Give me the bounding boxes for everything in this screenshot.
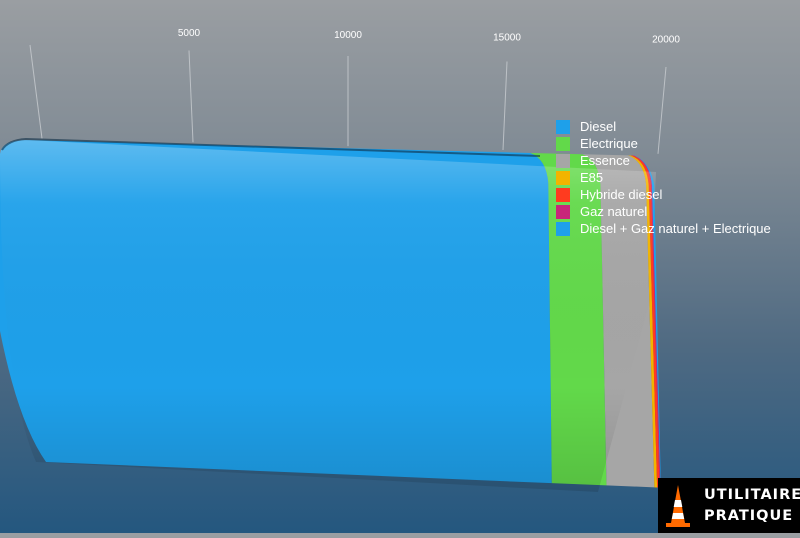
x-tick-label: 10000: [334, 30, 362, 41]
x-tick-label: 5000: [178, 28, 201, 39]
legend-label: Electrique: [580, 136, 638, 151]
legend-label: Hybride diesel: [580, 187, 663, 202]
legend-item-electrique: Electrique: [556, 135, 771, 152]
legend-swatch: [556, 119, 570, 134]
legend-label: Diesel + Gaz naturel + Electrique: [580, 221, 771, 236]
gridline: [502, 61, 508, 150]
legend-swatch: [556, 187, 570, 202]
legend-swatch: [556, 221, 570, 236]
logo-line-2: PRATIQUE: [704, 507, 794, 524]
legend-label: Essence: [580, 153, 630, 168]
legend-item-diesel: Diesel: [556, 118, 771, 135]
legend-swatch: [556, 136, 570, 151]
legend-item-gaz-naturel: Gaz naturel: [556, 203, 771, 220]
legend-label: Diesel: [580, 119, 617, 134]
logo-line-1: UTILITAIRE: [704, 486, 800, 503]
legend-swatch: [556, 153, 570, 168]
legend-item-diesel-gaz-electrique: Diesel + Gaz naturel + Electrique: [556, 220, 771, 237]
x-tick-label: 15000: [493, 32, 521, 43]
legend-label: E85: [580, 170, 604, 185]
legend-item-e85: E85: [556, 169, 771, 186]
legend-swatch: [556, 204, 570, 219]
gridline: [29, 44, 43, 139]
gridline: [188, 50, 194, 143]
traffic-cone-icon: [658, 478, 698, 533]
legend-item-hybride-diesel: Hybride diesel: [556, 186, 771, 203]
legend-label: Gaz naturel: [580, 204, 648, 219]
utilitaire-pratique-logo: UTILITAIRE PRATIQUE: [658, 478, 800, 533]
x-tick-label: 20000: [652, 34, 680, 45]
logo-text: UTILITAIRE PRATIQUE: [698, 485, 800, 527]
legend: Diesel Electrique Essence E85 Hybride di…: [556, 118, 771, 237]
legend-item-essence: Essence: [556, 152, 771, 169]
stacked-bar-chart: 5000 10000 15000 20000: [0, 28, 680, 492]
axis-tick-labels: 5000 10000 15000 20000: [178, 28, 680, 45]
legend-swatch: [556, 170, 570, 185]
